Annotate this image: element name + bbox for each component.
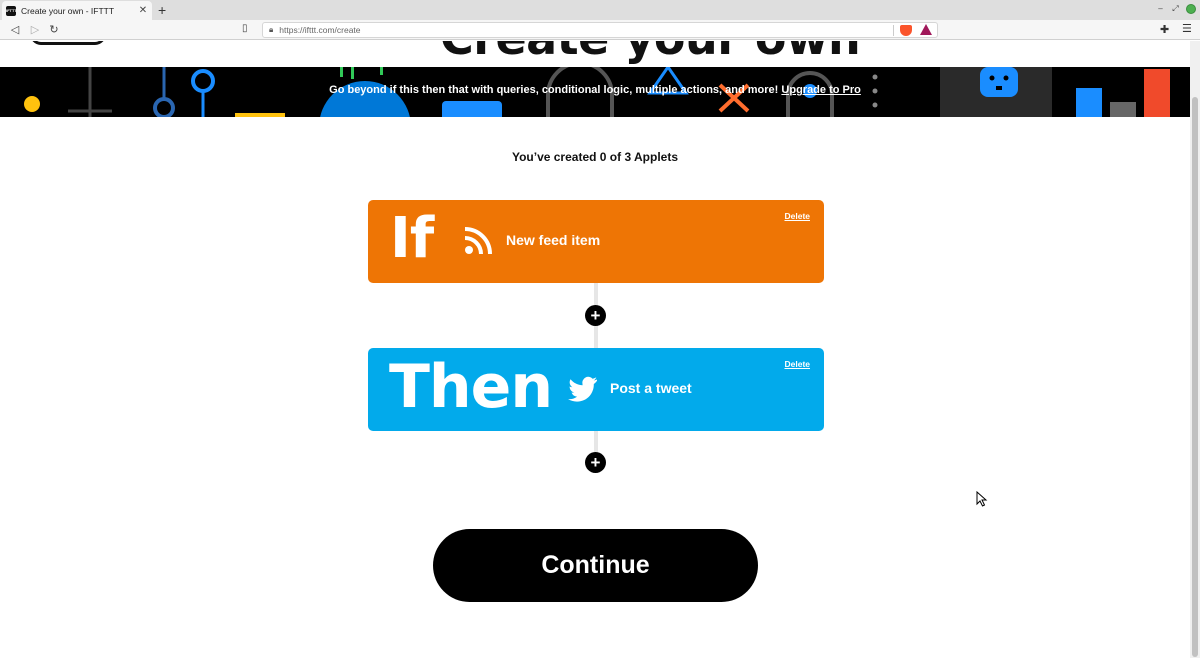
lock-icon: 🔒︎ [269, 25, 274, 34]
mouse-pointer-icon [976, 491, 988, 507]
applet-counter: You’ve created 0 of 3 Applets [511, 150, 679, 164]
brave-shield-icon[interactable] [900, 25, 912, 36]
url-text: https://ifttt.com/create [279, 25, 361, 35]
tab-close-icon[interactable]: ✕ [138, 5, 148, 16]
bookmark-icon[interactable]: ▯ [242, 23, 248, 34]
back-button[interactable]: ◁ [8, 22, 22, 38]
extensions-icon[interactable]: ✚ [1160, 23, 1169, 36]
twitter-icon [568, 376, 597, 402]
browser-tab[interactable]: IFTTT Create your own - IFTTT ✕ [2, 1, 152, 20]
yellow-dot-shape [24, 96, 40, 112]
address-divider [893, 25, 894, 36]
action-card[interactable]: Then Post a tweet Delete [368, 348, 824, 431]
page-viewport: Create your own [0, 41, 1190, 658]
action-label: Post a tweet [610, 380, 692, 396]
add-step-button[interactable]: + [585, 452, 606, 473]
menu-icon[interactable]: ☰ [1182, 22, 1192, 35]
delete-trigger-link[interactable]: Delete [784, 211, 810, 221]
upgrade-to-pro-link[interactable]: Upgrade to Pro [781, 84, 860, 96]
rss-icon [464, 227, 492, 255]
delete-action-link[interactable]: Delete [784, 359, 810, 369]
pro-upgrade-banner: Go beyond if this then that with queries… [0, 67, 1190, 117]
reload-button[interactable]: ↻ [47, 22, 61, 38]
if-keyword: If [390, 206, 434, 271]
page-title: Create your own [440, 41, 861, 65]
tab-strip: IFTTT Create your own - IFTTT ✕ + – ⤢ [0, 0, 1200, 20]
scrollbar-thumb[interactable] [1192, 97, 1198, 657]
add-step-button[interactable]: + [585, 305, 606, 326]
tab-title: Create your own - IFTTT [21, 5, 115, 16]
continue-button[interactable]: Continue [433, 529, 758, 602]
close-window-icon[interactable] [1186, 4, 1196, 14]
window-controls: – ⤢ [1156, 3, 1196, 15]
navigation-toolbar: ◁ ▷ ↻ ▯ 🔒︎ https://ifttt.com/create ✚ ☰ [0, 20, 1200, 40]
banner-text: Go beyond if this then that with queries… [329, 84, 782, 96]
brave-rewards-icon[interactable] [920, 24, 932, 35]
back-pill-button[interactable] [30, 41, 106, 45]
address-bar[interactable]: 🔒︎ https://ifttt.com/create [262, 22, 938, 38]
trigger-label: New feed item [506, 232, 601, 248]
forward-button[interactable]: ▷ [28, 22, 42, 38]
new-tab-button[interactable]: + [158, 1, 166, 19]
then-keyword: Then [389, 352, 553, 422]
minimize-icon[interactable]: – [1156, 3, 1165, 15]
banner-message: Go beyond if this then that with queries… [0, 84, 1190, 96]
vertical-scrollbar[interactable] [1190, 41, 1200, 658]
maximize-icon[interactable]: ⤢ [1171, 3, 1180, 15]
trigger-card[interactable]: If New feed item Delete [368, 200, 824, 283]
ifttt-favicon-icon: IFTTT [6, 5, 17, 16]
